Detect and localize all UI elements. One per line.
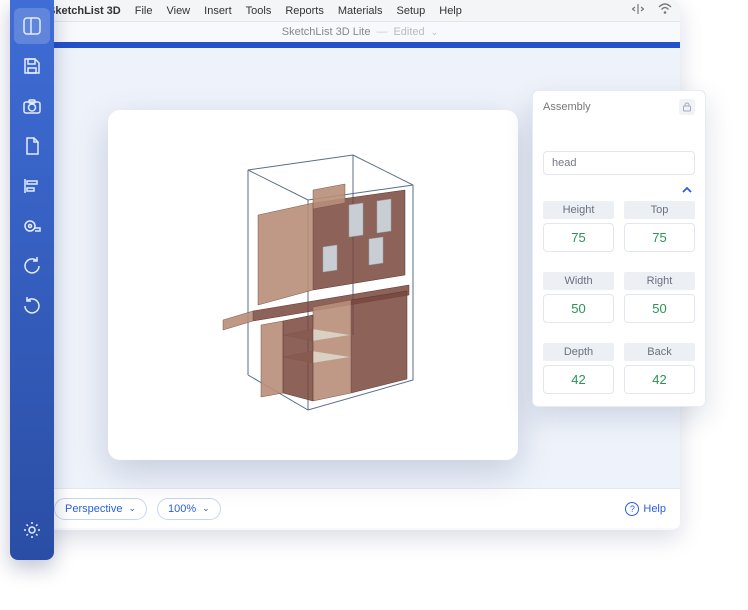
dim-value-back[interactable]: 42 (624, 365, 695, 394)
chevron-down-icon: ⌄ (128, 503, 136, 514)
tool-page[interactable] (14, 128, 50, 164)
menu-reports[interactable]: Reports (285, 5, 324, 17)
view-mode-selector[interactable]: Perspective ⌄ (54, 498, 147, 520)
view-mode-label: Perspective (65, 503, 122, 515)
dim-label-back: Back (624, 343, 695, 361)
tool-redo[interactable] (14, 288, 50, 324)
dim-value-depth[interactable]: 42 (543, 365, 614, 394)
chevron-up-icon (681, 185, 693, 195)
menu-setup[interactable]: Setup (397, 5, 426, 17)
tool-camera[interactable] (14, 88, 50, 124)
help-link[interactable]: ? Help (625, 502, 666, 516)
left-toolbar (10, 0, 54, 560)
document-edited-status: Edited (393, 26, 424, 38)
dim-value-width[interactable]: 50 (543, 294, 614, 323)
menu-view[interactable]: View (166, 5, 190, 17)
viewport-card[interactable] (108, 110, 518, 460)
assembly-panel: Assembly head Height 75 Top 75 Width 50 … (532, 90, 706, 407)
zoom-label: 100% (168, 503, 196, 515)
document-title: SketchList 3D Lite (282, 26, 371, 38)
dim-label-right: Right (624, 272, 695, 290)
title-bar: SketchList 3D Lite — Edited ⌄ (40, 22, 680, 42)
help-label: Help (643, 503, 666, 515)
status-bar: Perspective ⌄ 100% ⌄ ? Help (40, 488, 680, 528)
chevron-down-icon: ⌄ (202, 503, 210, 514)
dim-value-top[interactable]: 75 (624, 223, 695, 252)
tool-save[interactable] (14, 48, 50, 84)
zoom-selector[interactable]: 100% ⌄ (157, 498, 221, 520)
dimension-grid: Height 75 Top 75 Width 50 Right 50 Depth… (533, 201, 705, 394)
assembly-name-input[interactable]: head (543, 151, 695, 175)
menu-help[interactable]: Help (439, 5, 462, 17)
title-dropdown-icon[interactable]: ⌄ (431, 27, 439, 38)
tool-panel-layout[interactable] (14, 8, 50, 44)
tool-undo[interactable] (14, 248, 50, 284)
tool-tape[interactable] (14, 208, 50, 244)
app-name: SketchList 3D (48, 5, 121, 17)
menu-tools[interactable]: Tools (246, 5, 272, 17)
menu-bar: SketchList 3D File View Insert Tools Rep… (40, 0, 680, 22)
dim-label-depth: Depth (543, 343, 614, 361)
panel-lock-icon[interactable] (679, 99, 695, 115)
help-icon: ? (625, 502, 639, 516)
wifi-icon (658, 3, 672, 18)
window-control-icon[interactable] (632, 3, 644, 18)
menu-file[interactable]: File (135, 5, 153, 17)
tool-align[interactable] (14, 168, 50, 204)
dim-label-top: Top (624, 201, 695, 219)
dim-value-height[interactable]: 75 (543, 223, 614, 252)
dim-value-right[interactable]: 50 (624, 294, 695, 323)
menu-materials[interactable]: Materials (338, 5, 383, 17)
tool-settings[interactable] (14, 512, 50, 548)
panel-collapse-toggle[interactable] (533, 185, 705, 201)
dim-label-width: Width (543, 272, 614, 290)
menu-insert[interactable]: Insert (204, 5, 232, 17)
scene-3d (163, 135, 463, 435)
dim-label-height: Height (543, 201, 614, 219)
assembly-panel-title: Assembly (543, 101, 591, 113)
